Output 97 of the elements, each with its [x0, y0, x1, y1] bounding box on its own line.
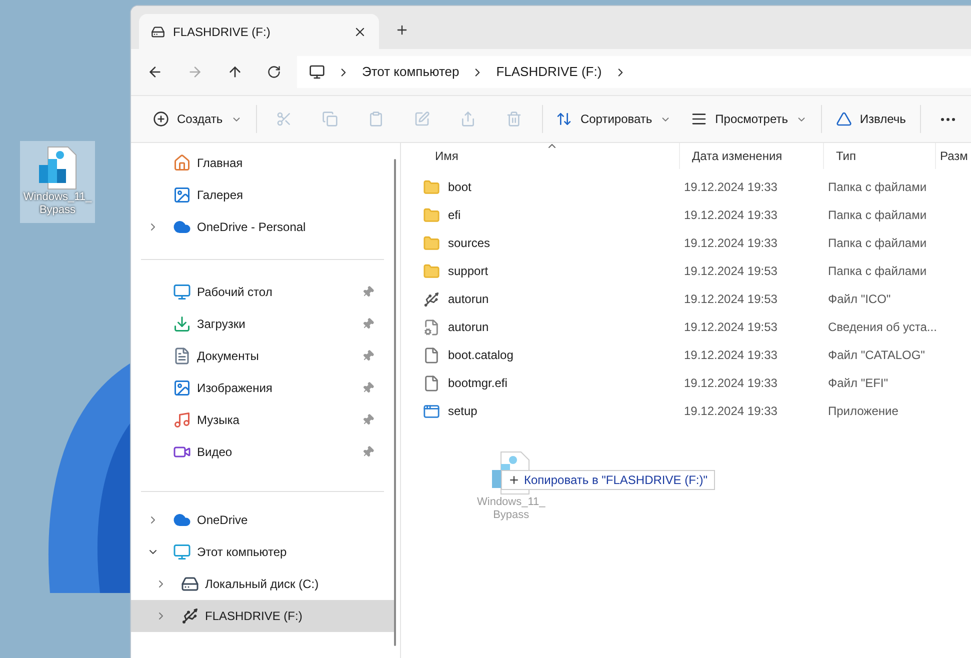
computer-icon: [309, 64, 325, 80]
trash-icon: [506, 111, 522, 127]
file-name[interactable]: setup: [448, 402, 478, 420]
file-name[interactable]: autorun: [448, 290, 489, 308]
sidebar-item[interactable]: Документы: [131, 340, 394, 372]
breadcrumb[interactable]: Этот компьютер: [362, 62, 460, 82]
file-name[interactable]: efi: [448, 206, 461, 224]
column-header[interactable]: Разм: [936, 143, 971, 169]
picture-icon: [173, 186, 191, 204]
sidebar-item[interactable]: Рабочий стол: [131, 276, 394, 308]
sidebar-item[interactable]: Этот компьютер: [131, 536, 394, 568]
scissors-icon: [276, 111, 292, 127]
rename-icon: [414, 111, 430, 127]
folder-icon: [423, 206, 440, 224]
copy-icon: [322, 111, 338, 127]
type-cell-text: Папка с файлами: [827, 263, 927, 280]
house-icon: [173, 154, 191, 172]
sidebar-item[interactable]: OneDrive - Personal: [131, 211, 394, 243]
plus-icon: [508, 474, 520, 486]
file-name[interactable]: sources: [448, 234, 490, 252]
dragged-file-label: Windows_11_: [477, 496, 546, 509]
eject-icon: [836, 111, 852, 127]
document-icon: [173, 347, 191, 365]
sidebar-item[interactable]: Главная: [131, 147, 394, 179]
shortcut-label: Bypass: [39, 204, 76, 217]
back-icon[interactable]: [147, 64, 163, 80]
file-name[interactable]: autorun: [448, 318, 489, 336]
picture-icon: [173, 379, 191, 397]
cloud-icon: [173, 511, 191, 529]
column-header[interactable]: Дата изменения: [680, 143, 824, 169]
scrollbar[interactable]: [394, 159, 396, 646]
date-cell-text: 19.12.2024 19:33: [683, 403, 778, 420]
sidebar-item[interactable]: FLASHDRIVE (F:): [131, 600, 394, 632]
dragged-file-label: Bypass: [493, 509, 530, 522]
date-cell-text: 19.12.2024 19:33: [683, 179, 778, 196]
folder-icon: [423, 234, 440, 252]
list-icon: [691, 111, 708, 127]
drive-icon: [181, 607, 199, 625]
type-cell-text: Файл "EFI": [827, 375, 888, 392]
share-icon: [460, 111, 476, 127]
toolbar-button[interactable]: Извлечь: [826, 103, 916, 135]
type-cell-text: Папка с файлами: [827, 235, 927, 252]
app-icon: [423, 402, 440, 420]
sort-icon: [556, 111, 572, 127]
date-cell-text: 19.12.2024 19:33: [683, 347, 778, 364]
toolbar-button[interactable]: Сортировать: [546, 103, 682, 135]
sidebar-item[interactable]: Музыка: [131, 404, 394, 436]
date-cell-text: 19.12.2024 19:53: [683, 319, 778, 336]
type-cell-text: Файл "CATALOG": [827, 347, 925, 364]
sidebar-item[interactable]: Загрузки: [131, 308, 394, 340]
address-bar[interactable]: Этот компьютер FLASHDRIVE (F:): [297, 56, 971, 88]
type-cell-text: Папка с файлами: [827, 207, 927, 224]
desktop-icon: [173, 283, 191, 301]
date-cell-text: 19.12.2024 19:33: [683, 235, 778, 252]
window-tab[interactable]: FLASHDRIVE (F:): [139, 14, 379, 49]
file-icon: [423, 346, 440, 364]
breadcrumb[interactable]: FLASHDRIVE (F:): [496, 62, 602, 82]
file-name[interactable]: bootmgr.efi: [448, 374, 508, 392]
music-icon: [173, 411, 191, 429]
usb-icon: [423, 290, 440, 308]
type-cell-text: Папка с файлами: [827, 179, 927, 196]
add-icon: [153, 111, 169, 127]
sidebar-item[interactable]: Изображения: [131, 372, 394, 404]
sidebar-item[interactable]: Локальный диск (C:): [131, 568, 394, 600]
file-name[interactable]: boot: [448, 178, 472, 196]
computer-icon: [173, 543, 191, 561]
up-icon[interactable]: [227, 64, 243, 80]
new-tab-icon[interactable]: [395, 23, 409, 37]
refresh-icon[interactable]: [267, 65, 281, 79]
forward-icon[interactable]: [187, 64, 203, 80]
file-icon: [423, 374, 440, 392]
column-header[interactable]: Имя: [413, 143, 680, 169]
sidebar-item[interactable]: OneDrive: [131, 504, 394, 536]
date-cell-text: 19.12.2024 19:33: [683, 207, 778, 224]
toolbar-button[interactable]: Просмотреть: [681, 103, 817, 135]
folder-icon: [423, 178, 440, 196]
date-cell-text: 19.12.2024 19:33: [683, 375, 778, 392]
download-icon: [173, 315, 191, 333]
date-cell-text: 19.12.2024 19:53: [683, 263, 778, 280]
sidebar-item[interactable]: Видео: [131, 436, 394, 468]
type-cell-text: Сведения об уста...: [827, 319, 937, 336]
file-name[interactable]: support: [448, 262, 488, 280]
shortcut-label: Windows_11_: [23, 191, 92, 204]
drag-tooltip: Копировать в "FLASHDRIVE (F:)": [501, 470, 715, 490]
column-header[interactable]: Тип: [824, 143, 936, 169]
more-icon: [940, 118, 955, 120]
type-cell-text: Приложение: [827, 403, 898, 420]
drive-icon: [151, 24, 165, 38]
sidebar-item[interactable]: Галерея: [131, 179, 394, 211]
cloud-icon: [173, 218, 191, 236]
clipboard-icon: [368, 111, 384, 127]
folder-icon: [423, 262, 440, 280]
toolbar-button[interactable]: Создать: [143, 103, 252, 135]
date-cell-text: 19.12.2024 19:53: [683, 291, 778, 308]
type-cell-text: Файл "ICO": [827, 291, 891, 308]
file-name[interactable]: boot.catalog: [448, 346, 514, 364]
settings-file-icon: [423, 318, 440, 336]
